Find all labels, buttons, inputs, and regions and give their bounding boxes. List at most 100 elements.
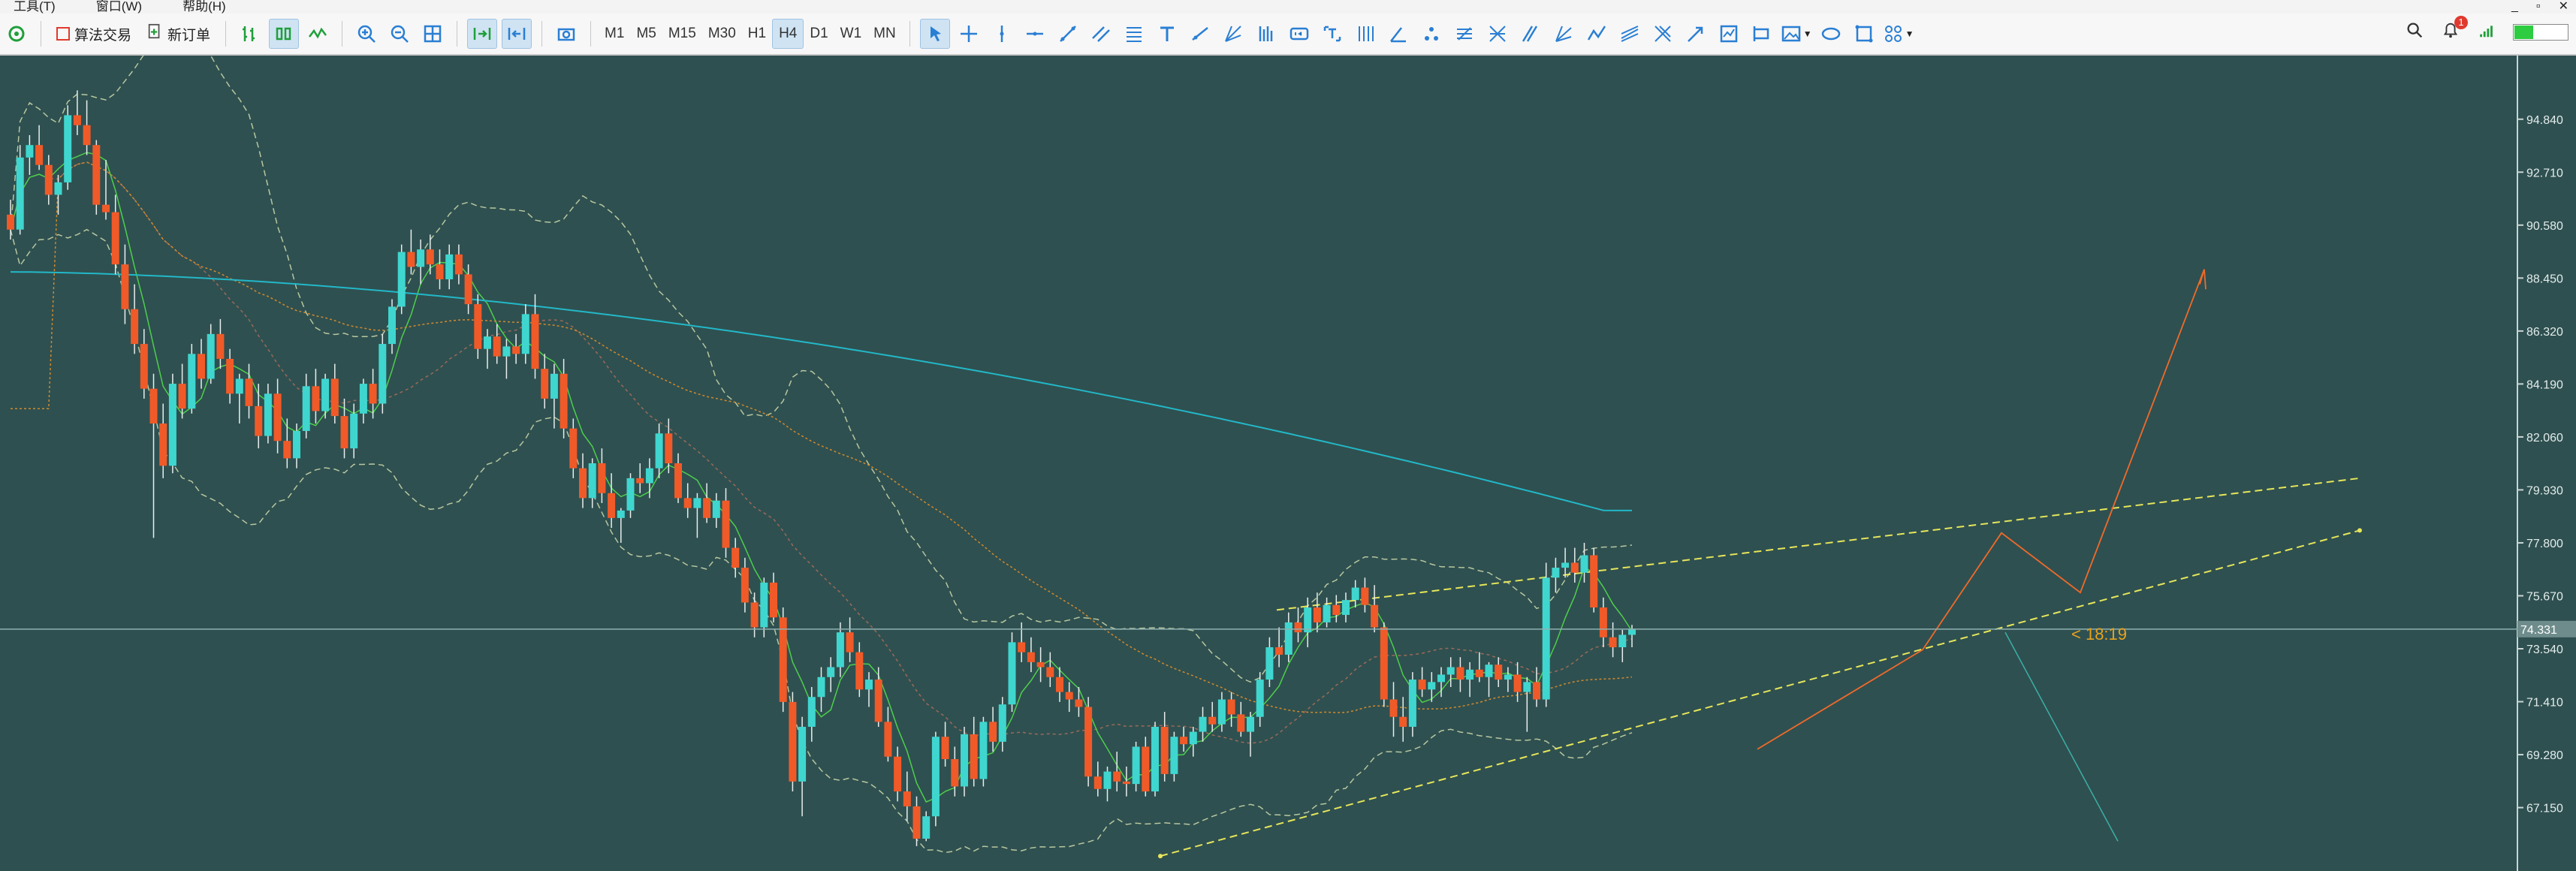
bullish-candle [359, 384, 367, 414]
shapes-icon[interactable] [1417, 20, 1446, 48]
zoom-in-icon[interactable] [352, 20, 381, 48]
cross-lines-icon[interactable] [1648, 20, 1677, 48]
search-icon[interactable] [2405, 20, 2424, 44]
bearish-candle [73, 115, 81, 125]
bearish-candle [1294, 622, 1302, 633]
horizontal-line-icon[interactable] [1021, 20, 1049, 48]
bearish-candle [454, 254, 463, 275]
account-icon[interactable] [2, 20, 31, 48]
grid-icon[interactable] [418, 20, 447, 48]
indicator-chart-icon[interactable] [1715, 20, 1743, 48]
wave-icon[interactable] [1582, 20, 1611, 48]
elliott-icon[interactable] [1252, 20, 1280, 48]
bearish-candle [35, 145, 44, 165]
new-order-button[interactable]: 新订单 [139, 20, 218, 48]
timeframe-m1[interactable]: M1 [599, 20, 630, 48]
timeframe-mn[interactable]: MN [867, 20, 902, 48]
bullish-candle [417, 249, 425, 267]
timeframe-h1[interactable]: H1 [742, 20, 772, 48]
bullish-candle [1132, 746, 1140, 785]
bullish-candle [1103, 771, 1112, 789]
more-tools-icon[interactable]: ▼ [1883, 20, 1914, 48]
trend-line-icon[interactable] [1054, 20, 1082, 48]
bearish-candle [512, 346, 520, 354]
text-icon[interactable] [1153, 20, 1181, 48]
bullish-candle [1170, 737, 1178, 774]
cursor-icon[interactable] [919, 19, 950, 49]
multi-line-icon[interactable] [1615, 20, 1644, 48]
bullish-candle [264, 393, 272, 436]
bullish-candle [188, 354, 196, 409]
price-tick-label: 88.450 [2526, 273, 2563, 285]
chart-shift-icon[interactable] [502, 19, 532, 49]
bar-chart-icon[interactable] [236, 20, 264, 48]
bearish-candle [665, 433, 673, 463]
zoom-out-icon[interactable] [385, 20, 414, 48]
stop-icon [56, 27, 70, 41]
notifications-icon[interactable]: 1 [2441, 16, 2468, 44]
vertical-line-icon[interactable] [988, 20, 1016, 48]
menu-help[interactable]: 帮助(H) [169, 0, 226, 14]
candlestick-chart-icon[interactable] [269, 19, 300, 49]
bullish-candle [1151, 726, 1159, 792]
gann-fan-icon[interactable] [1219, 20, 1247, 48]
bullish-candle [998, 704, 1006, 742]
regression-icon[interactable] [1450, 20, 1479, 48]
bearish-candle [1160, 726, 1169, 774]
menu-tools[interactable]: 工具(T) [0, 0, 56, 14]
bearish-candle [1113, 771, 1121, 782]
bearish-candle [131, 309, 139, 345]
timeframe-m30[interactable]: M30 [702, 20, 742, 48]
bearish-candle [894, 756, 902, 792]
timeframe-m5[interactable]: M5 [630, 20, 662, 48]
line-chart-icon[interactable] [303, 20, 332, 48]
bearish-candle [216, 333, 225, 359]
pitchfork-icon[interactable] [1351, 20, 1380, 48]
timeframe-w1[interactable]: W1 [834, 20, 868, 48]
timeframe-h4[interactable]: H4 [772, 19, 804, 49]
toolbar-separator [909, 21, 910, 47]
close-button[interactable]: ✕ [2559, 0, 2568, 14]
bullish-candle [502, 346, 511, 357]
dropdown-arrow-icon: ▼ [1802, 29, 1812, 39]
price-tick-label: 77.800 [2526, 538, 2563, 550]
channel-icon[interactable] [1087, 20, 1115, 48]
bearish-candle [608, 493, 616, 518]
toolbar-separator [225, 21, 227, 47]
price-chart[interactable]: 94.840 92.710 90.580 88.450 86.320 84.190 82.0… [0, 56, 2576, 871]
menu-window[interactable]: 窗口(W) [83, 0, 142, 14]
arrows-icon[interactable] [1516, 20, 1545, 48]
timeframe-d1[interactable]: D1 [804, 20, 834, 48]
bearish-candle [1093, 776, 1102, 789]
fan-icon[interactable] [1549, 20, 1578, 48]
arrow-line-icon[interactable] [1682, 20, 1710, 48]
timeframe-m15[interactable]: M15 [662, 20, 702, 48]
bearish-candle [741, 568, 749, 603]
screenshot-icon[interactable] [552, 20, 581, 48]
bullish-candle [293, 430, 300, 459]
bearish-candle [560, 373, 568, 429]
ray-icon[interactable] [1186, 20, 1214, 48]
restore-button[interactable]: ▫ [2536, 0, 2541, 14]
minimize-button[interactable]: _ [2511, 0, 2518, 14]
angle-icon[interactable] [1384, 20, 1413, 48]
price-tick-label: 79.930 [2526, 484, 2563, 497]
ok-icon[interactable] [1285, 20, 1314, 48]
fibonacci-icon[interactable] [1120, 20, 1148, 48]
signal-icon [2477, 20, 2496, 44]
image-icon[interactable]: ▼ [1781, 20, 1812, 48]
crosshair-icon[interactable] [955, 20, 983, 48]
main-toolbar: 算法交易 新订单 M1 M5 M15 M30 H1 H4 D1 W1 MN ▼ … [0, 14, 2576, 56]
text-label-icon[interactable] [1318, 20, 1347, 48]
bullish-candle [1446, 667, 1455, 675]
ellipse-icon[interactable] [1817, 20, 1845, 48]
bearish-candle [1418, 680, 1426, 690]
auto-scroll-icon[interactable] [467, 19, 498, 49]
bullish-candle [1351, 587, 1359, 601]
algo-trading-button[interactable]: 算法交易 [49, 20, 139, 48]
bearish-candle [722, 500, 730, 548]
range-icon[interactable] [1748, 20, 1776, 48]
cycle-icon[interactable] [1483, 20, 1512, 48]
bearish-candle [1609, 637, 1617, 648]
rectangle-icon[interactable] [1850, 20, 1878, 48]
